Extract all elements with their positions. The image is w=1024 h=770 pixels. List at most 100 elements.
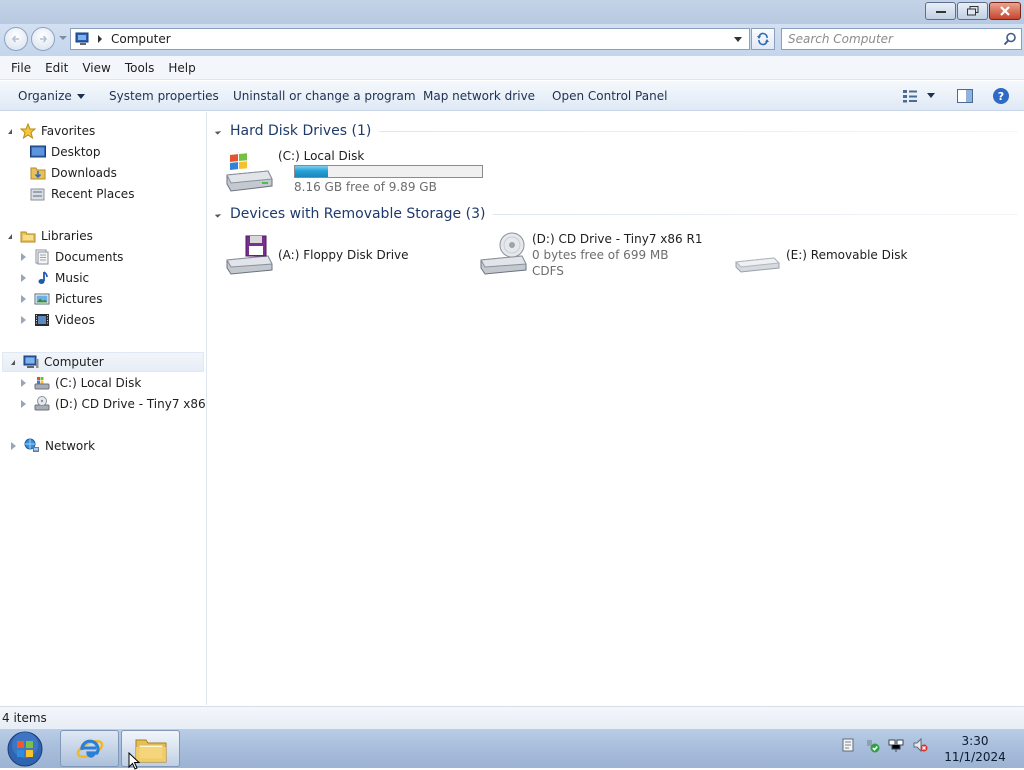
drive-c-capacity-bar xyxy=(294,165,483,178)
nav-network-label: Network xyxy=(45,439,96,453)
title-bar xyxy=(0,0,1024,24)
nav-documents[interactable]: Documents xyxy=(20,247,123,267)
group-divider xyxy=(379,130,1018,132)
star-icon xyxy=(20,123,36,139)
restore-icon xyxy=(966,6,978,16)
breadcrumb-separator[interactable] xyxy=(98,35,102,43)
breadcrumb-computer[interactable]: Computer xyxy=(111,32,171,46)
search-input[interactable] xyxy=(788,31,998,47)
search-icon[interactable] xyxy=(1003,32,1017,46)
nav-libraries[interactable]: Libraries xyxy=(8,226,93,246)
nav-cd-drive-d[interactable]: (D:) CD Drive - Tiny7 x86 R1 xyxy=(20,394,225,414)
nav-favorites[interactable]: Favorites xyxy=(8,121,95,141)
refresh-button[interactable] xyxy=(751,28,775,50)
minimize-button[interactable] xyxy=(925,2,956,20)
nav-network[interactable]: Network xyxy=(10,436,95,456)
nav-documents-label: Documents xyxy=(55,250,124,264)
nav-recent-places[interactable]: Recent Places xyxy=(30,184,134,204)
nav-videos-label: Videos xyxy=(55,313,95,327)
help-icon[interactable]: ? xyxy=(992,87,1010,105)
system-properties-button[interactable]: System properties xyxy=(109,89,219,103)
expand-arrow-icon[interactable] xyxy=(8,233,12,239)
nav-desktop-label: Desktop xyxy=(51,145,101,159)
nav-libraries-label: Libraries xyxy=(41,229,93,243)
action-center-flag-icon[interactable] xyxy=(840,737,856,753)
hard-drive-windows-icon xyxy=(226,153,273,192)
drive-d-free-space: 0 bytes free of 699 MB xyxy=(532,248,669,262)
menu-help[interactable]: Help xyxy=(168,61,195,75)
collapsed-arrow-icon[interactable] xyxy=(21,274,26,282)
command-bar: Organize System properties Uninstall or … xyxy=(0,81,1024,111)
system-clock[interactable]: 3:30 11/1/2024 xyxy=(940,733,1010,765)
start-button[interactable] xyxy=(3,730,47,768)
change-view-icon[interactable] xyxy=(902,89,918,103)
mouse-pointer-icon xyxy=(128,752,140,770)
uninstall-program-button[interactable]: Uninstall or change a program xyxy=(233,89,416,103)
expand-arrow-icon[interactable] xyxy=(8,128,12,134)
view-options-dropdown[interactable] xyxy=(927,93,935,98)
search-box[interactable] xyxy=(781,28,1022,50)
nav-music[interactable]: Music xyxy=(20,268,89,288)
collapsed-arrow-icon[interactable] xyxy=(21,400,26,408)
menu-view[interactable]: View xyxy=(82,61,110,75)
hard-drive-icon xyxy=(34,377,50,390)
close-button[interactable] xyxy=(989,2,1021,20)
organize-button[interactable]: Organize xyxy=(18,89,85,103)
documents-icon xyxy=(35,249,49,265)
open-control-panel-button[interactable]: Open Control Panel xyxy=(552,89,667,103)
menu-tools[interactable]: Tools xyxy=(125,61,155,75)
taskbar-internet-explorer[interactable] xyxy=(60,730,119,767)
volume-muted-icon[interactable] xyxy=(912,737,928,753)
menu-edit[interactable]: Edit xyxy=(45,61,68,75)
expand-arrow-icon[interactable] xyxy=(11,359,15,365)
network-status-icon[interactable] xyxy=(888,737,904,753)
drive-c-name: (C:) Local Disk xyxy=(278,149,365,163)
drive-item-e[interactable]: (E:) Removable Disk xyxy=(732,232,982,276)
menu-bar: File Edit View Tools Help xyxy=(0,56,1024,80)
computer-icon xyxy=(23,355,39,368)
group-divider xyxy=(493,213,1018,215)
nav-pictures[interactable]: Pictures xyxy=(20,289,103,309)
drive-c-capacity-fill xyxy=(295,166,328,177)
recent-places-icon xyxy=(30,188,45,201)
collapse-group-icon[interactable] xyxy=(214,210,222,218)
nav-local-disk-c[interactable]: (C:) Local Disk xyxy=(20,373,141,393)
map-network-drive-button[interactable]: Map network drive xyxy=(423,89,535,103)
collapsed-arrow-icon[interactable] xyxy=(21,379,26,387)
menu-file[interactable]: File xyxy=(11,61,31,75)
collapsed-arrow-icon[interactable] xyxy=(21,295,26,303)
preview-pane-icon[interactable] xyxy=(957,89,973,103)
videos-film-icon xyxy=(35,314,49,326)
drive-item-c[interactable]: (C:) Local Disk 8.16 GB free of 9.89 GB xyxy=(224,149,483,194)
back-button[interactable] xyxy=(4,27,28,51)
collapse-group-icon[interactable] xyxy=(214,127,222,135)
recent-pages-dropdown[interactable] xyxy=(59,36,67,40)
minimize-icon xyxy=(935,11,946,13)
security-shield-icon[interactable] xyxy=(864,737,880,753)
group-header-removable-storage[interactable]: Devices with Removable Storage (3) xyxy=(208,204,1018,224)
item-count: 4 items xyxy=(2,711,47,725)
cd-drive-icon xyxy=(480,232,527,275)
nav-downloads-label: Downloads xyxy=(51,166,117,180)
address-bar[interactable]: Computer xyxy=(70,28,750,50)
address-history-dropdown[interactable] xyxy=(734,37,742,42)
drive-d-name: (D:) CD Drive - Tiny7 x86 R1 xyxy=(532,232,703,246)
collapsed-arrow-icon[interactable] xyxy=(11,442,16,450)
downloads-folder-icon xyxy=(30,167,46,180)
nav-computer[interactable]: Computer xyxy=(2,352,204,372)
drive-item-d[interactable]: (D:) CD Drive - Tiny7 x86 R1 0 bytes fre… xyxy=(478,232,728,282)
nav-desktop[interactable]: Desktop xyxy=(30,142,101,162)
restore-button[interactable] xyxy=(957,2,988,20)
computer-icon xyxy=(75,32,89,45)
group-header-hard-disk-drives[interactable]: Hard Disk Drives (1) xyxy=(208,121,1018,141)
nav-videos[interactable]: Videos xyxy=(20,310,95,330)
collapsed-arrow-icon[interactable] xyxy=(21,253,26,261)
address-row: Computer xyxy=(0,24,1024,56)
nav-downloads[interactable]: Downloads xyxy=(30,163,117,183)
floppy-drive-icon xyxy=(226,235,273,275)
collapsed-arrow-icon[interactable] xyxy=(21,316,26,324)
drive-d-filesystem: CDFS xyxy=(532,264,564,278)
drive-e-name: (E:) Removable Disk xyxy=(786,248,908,262)
drive-item-a[interactable]: (A:) Floppy Disk Drive xyxy=(224,232,474,276)
forward-button[interactable] xyxy=(31,27,55,51)
